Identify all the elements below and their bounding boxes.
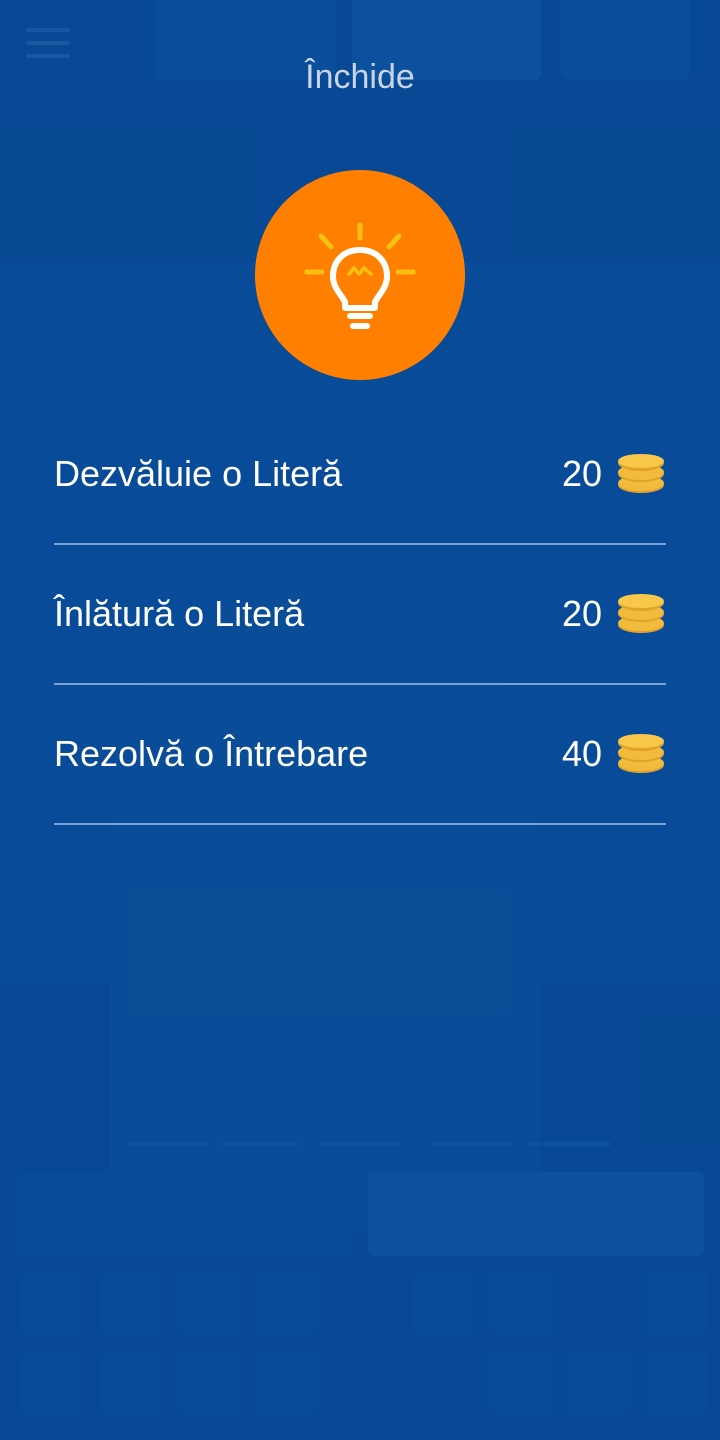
close-button[interactable]: Închide xyxy=(0,58,720,97)
option-solve-question[interactable]: Rezolvă o Întrebare 40 xyxy=(54,685,666,825)
option-label: Rezolvă o Întrebare xyxy=(54,733,369,774)
option-price: 20 xyxy=(561,593,602,634)
option-remove-letter[interactable]: Înlătură o Literă 20 xyxy=(54,545,666,685)
lightbulb-icon xyxy=(304,222,416,329)
coins-icon xyxy=(618,454,664,493)
coins-icon xyxy=(618,734,664,773)
hint-badge xyxy=(255,170,465,380)
option-price: 20 xyxy=(561,453,602,494)
option-reveal-letter[interactable]: Dezvăluie o Literă 20 xyxy=(54,405,666,545)
hint-options-list: Dezvăluie o Literă 20 Înlătură o Literă … xyxy=(54,405,666,825)
option-label: Dezvăluie o Literă xyxy=(54,453,343,494)
option-label: Înlătură o Literă xyxy=(54,593,305,634)
option-price: 40 xyxy=(561,733,602,774)
coins-icon xyxy=(618,594,664,633)
